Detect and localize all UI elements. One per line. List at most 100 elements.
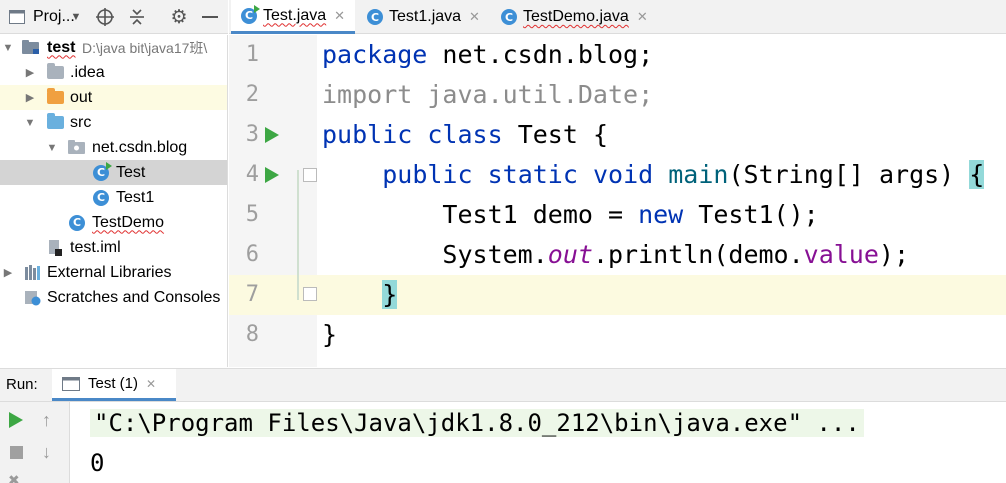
run-panel-label: Run:: [6, 376, 38, 393]
code-line-7: }: [322, 275, 398, 315]
close-icon[interactable]: ✕: [637, 9, 648, 25]
class-icon: C: [241, 4, 260, 24]
run-icon[interactable]: [265, 155, 281, 195]
tree-item-out[interactable]: ▶ out: [0, 85, 227, 110]
tree-item-label: Test1: [116, 188, 155, 206]
scratches-icon: [24, 290, 42, 306]
console-icon: [62, 376, 80, 391]
tree-item-package[interactable]: ▼ net.csdn.blog: [0, 135, 227, 160]
fold-guide: [297, 170, 299, 300]
matched-brace: }: [382, 280, 398, 309]
arrow-up-icon[interactable]: ↑: [42, 410, 51, 431]
chevron-down-icon[interactable]: ▼: [24, 117, 36, 129]
chevron-down-icon[interactable]: ▼: [70, 0, 82, 34]
tree-item-test-class[interactable]: C Test: [0, 160, 227, 185]
tab-label: Test1.java: [389, 8, 462, 25]
tree-item-label: test: [47, 38, 76, 56]
chevron-down-icon[interactable]: ▼: [46, 142, 58, 154]
console-output-line: 0: [90, 449, 105, 477]
code-text: Test1();: [683, 200, 819, 229]
project-tree: ▼ test D:\java bit\java17班\ ▶ .idea ▶ ou…: [0, 35, 228, 367]
keyword: public: [382, 160, 473, 189]
tree-item-test1-class[interactable]: C Test1: [0, 185, 227, 210]
code-line-4: public static void main(String[] args) {: [322, 155, 985, 195]
class-icon: C: [92, 161, 112, 181]
class-icon: C: [367, 9, 383, 25]
line-number: 4: [245, 162, 259, 187]
tree-item-label: External Libraries: [47, 263, 172, 281]
tree-item-test-iml[interactable]: test.iml: [0, 235, 227, 260]
module-file-icon: [46, 239, 64, 256]
tab-test-java[interactable]: C Test.java ✕: [231, 0, 355, 34]
run-panel-header: Run: Test (1) ✕: [0, 368, 1006, 402]
keyword: void: [592, 160, 654, 189]
keyword: class: [427, 120, 503, 149]
stop-icon[interactable]: [10, 446, 23, 459]
class-icon: C: [92, 189, 110, 206]
gear-icon[interactable]: ⚙: [168, 0, 190, 34]
chevron-down-icon[interactable]: ▼: [2, 42, 14, 54]
code-line-3: public class Test {: [322, 115, 608, 155]
tree-item-src[interactable]: ▼ src: [0, 110, 227, 135]
editor-tabs: C Test.java ✕ C Test1.java ✕ C TestDemo.…: [229, 0, 1006, 34]
wrench-icon[interactable]: ✖: [8, 472, 20, 483]
code-line-8: }: [322, 315, 337, 355]
tab-test1-java[interactable]: C Test1.java ✕: [357, 0, 487, 34]
tree-item-test-module[interactable]: ▼ test D:\java bit\java17班\: [0, 35, 227, 60]
tree-item-external-libraries[interactable]: ▶ External Libraries: [0, 260, 227, 285]
code-text: System.: [322, 240, 548, 269]
line-number: 1: [245, 42, 259, 67]
tree-item-label: src: [70, 113, 92, 131]
field: value: [803, 240, 879, 269]
unused-import: import java.util.Date;: [322, 80, 654, 109]
folder-icon: [46, 88, 64, 106]
chevron-right-icon[interactable]: ▶: [24, 91, 36, 104]
tree-item-testdemo-class[interactable]: C TestDemo: [0, 210, 227, 235]
tree-item-scratches[interactable]: Scratches and Consoles: [0, 285, 227, 310]
console-command: "C:\Program Files\Java\jdk1.8.0_212\bin\…: [90, 409, 864, 437]
minimize-icon[interactable]: [199, 0, 221, 34]
close-icon[interactable]: ✕: [469, 9, 480, 25]
project-icon[interactable]: [8, 0, 26, 34]
line-number: 3: [245, 122, 259, 147]
code-text: .println(demo.: [592, 240, 804, 269]
fold-icon[interactable]: [303, 287, 317, 301]
keyword: new: [638, 200, 684, 229]
tree-item-idea[interactable]: ▶ .idea: [0, 60, 227, 85]
fold-icon[interactable]: [303, 168, 317, 182]
code-text: );: [878, 240, 910, 269]
tab-testdemo-java[interactable]: C TestDemo.java ✕: [491, 0, 651, 34]
code-line-5: Test1 demo = new Test1();: [322, 195, 819, 235]
arrow-down-icon[interactable]: ↓: [42, 442, 51, 463]
chevron-right-icon[interactable]: ▶: [24, 66, 36, 79]
code-text: }: [322, 320, 338, 349]
tab-run-test[interactable]: Test (1) ✕: [52, 369, 176, 401]
tree-item-label: Scratches and Consoles: [47, 288, 221, 306]
line-number: 7: [245, 282, 259, 307]
tab-label: TestDemo.java: [523, 8, 629, 25]
close-icon[interactable]: ✕: [146, 377, 156, 391]
tree-item-path: D:\java bit\java17班\: [82, 39, 208, 56]
collapse-all-icon[interactable]: [126, 0, 148, 34]
method-name: main: [668, 160, 729, 189]
code-text: net.csdn.blog;: [427, 40, 654, 69]
run-tab-label: Test (1): [88, 375, 139, 392]
run-icon[interactable]: [265, 115, 281, 155]
chevron-right-icon[interactable]: ▶: [2, 266, 14, 279]
tab-label: Test.java: [263, 6, 327, 24]
line-number: 2: [245, 82, 259, 107]
project-panel-header: Proj... ▼ ⚙: [0, 0, 228, 34]
tree-item-label: net.csdn.blog: [92, 138, 188, 156]
code-text: Test1 demo =: [322, 200, 639, 229]
source-folder-icon: [46, 113, 64, 131]
crosshair-icon[interactable]: [94, 0, 116, 34]
rerun-button[interactable]: [9, 412, 23, 428]
console-output[interactable]: "C:\Program Files\Java\jdk1.8.0_212\bin\…: [70, 402, 1006, 483]
tree-item-label: Test: [116, 163, 146, 181]
line-number: 6: [245, 242, 259, 267]
class-icon: C: [501, 9, 517, 25]
close-icon[interactable]: ✕: [334, 8, 345, 24]
